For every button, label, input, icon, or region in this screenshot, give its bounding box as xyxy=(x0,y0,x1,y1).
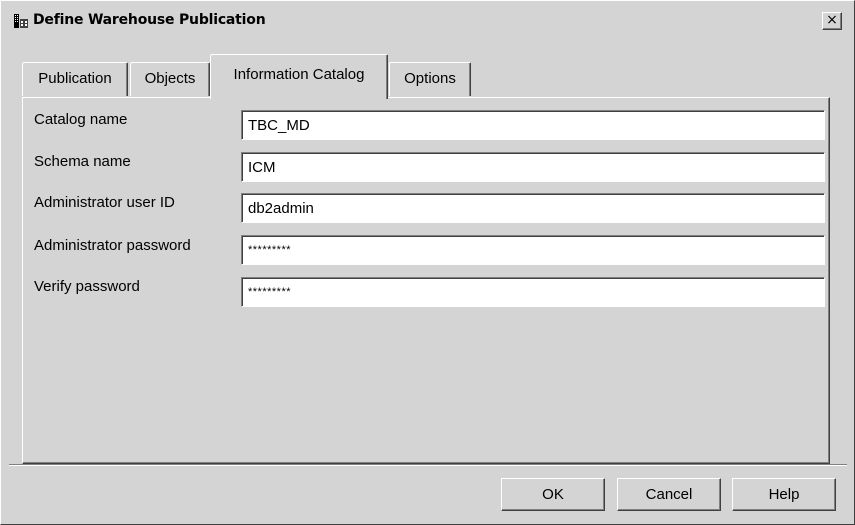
tab-publication[interactable]: Publication xyxy=(22,62,128,96)
admin-password-input[interactable] xyxy=(241,235,825,265)
close-icon: × xyxy=(826,12,838,28)
ok-button-label: OK xyxy=(542,486,564,503)
tab-information-catalog[interactable]: Information Catalog xyxy=(210,54,388,99)
schema-name-label: Schema name xyxy=(34,153,131,170)
tab-label: Publication xyxy=(38,70,112,87)
dialog-window: Define Warehouse Publication × Publicati… xyxy=(0,0,855,525)
close-button[interactable]: × xyxy=(822,12,842,30)
tab-label: Options xyxy=(404,70,456,87)
cancel-button[interactable]: Cancel xyxy=(617,478,721,511)
tab-label: Information Catalog xyxy=(233,66,365,83)
schema-name-input[interactable] xyxy=(241,152,825,182)
verify-password-input[interactable] xyxy=(241,277,825,307)
window-title: Define Warehouse Publication xyxy=(33,12,266,28)
tab-label: Objects xyxy=(144,70,196,87)
warehouse-app-icon xyxy=(13,13,29,29)
tab-options[interactable]: Options xyxy=(389,62,471,96)
button-bar-separator xyxy=(9,464,847,466)
admin-user-id-input[interactable] xyxy=(241,193,825,223)
catalog-name-label: Catalog name xyxy=(34,111,128,128)
admin-user-id-label: Administrator user ID xyxy=(34,194,175,211)
verify-password-label: Verify password xyxy=(34,278,140,295)
title-bar[interactable]: Define Warehouse Publication × xyxy=(4,6,847,35)
help-button[interactable]: Help xyxy=(732,478,836,511)
catalog-name-input[interactable] xyxy=(241,110,825,140)
help-button-label: Help xyxy=(768,486,800,503)
cancel-button-label: Cancel xyxy=(645,486,693,503)
admin-password-label: Administrator password xyxy=(34,237,191,254)
ok-button[interactable]: OK xyxy=(501,478,605,511)
tab-objects[interactable]: Objects xyxy=(130,62,210,96)
